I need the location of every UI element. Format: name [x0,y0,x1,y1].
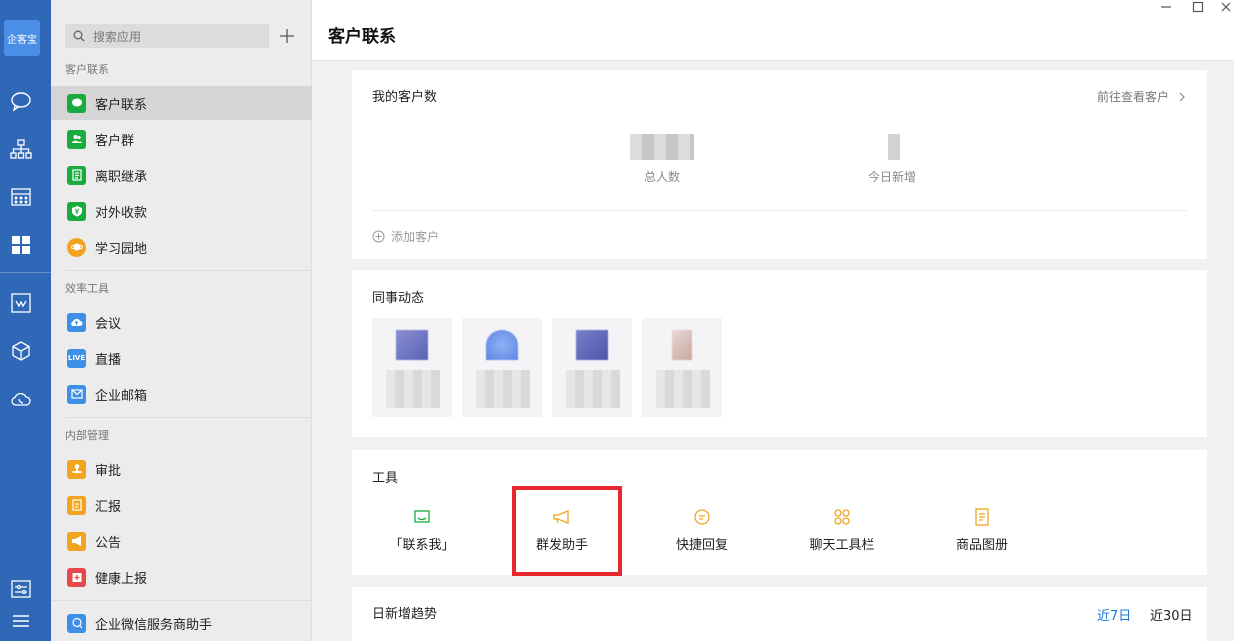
minimize-button[interactable] [1156,0,1176,14]
card-divider [372,210,1187,211]
workbench-icon[interactable] [8,232,34,258]
app-item-enterprise-mail[interactable]: 企业邮箱 [51,377,312,411]
chevron-right-icon [1179,92,1185,101]
tool-quick-reply[interactable]: 快捷回复 [642,506,762,553]
health-icon [67,567,86,587]
view-customers-link[interactable]: 前往查看客户 [1097,88,1187,105]
live-badge-icon: LIVE [67,348,86,368]
maximize-button[interactable] [1188,0,1208,14]
avatar [396,330,428,360]
section-divider [51,600,312,601]
section-label-efficiency: 效率工具 [65,282,109,295]
document-icon [67,165,86,185]
menu-icon[interactable] [8,608,34,634]
search-icon [73,30,85,42]
avatar [486,330,518,360]
app-item-report[interactable]: 汇报 [51,488,312,522]
tools-card: 工具 「联系我」 群发助手 快捷回复 聊天工具栏 商品图册 [352,450,1207,576]
planet-icon [67,237,86,257]
app-item-live[interactable]: LIVE 直播 [51,341,312,375]
range-7-days-tab[interactable]: 近7日 [1097,605,1131,624]
customer-count-card: 我的客户数 前往查看客户 总人数 今日新增 添加客户 [352,70,1207,259]
daily-trend-card: 日新增趋势 近7日 近30日 [352,587,1207,641]
colleague-card[interactable] [372,318,452,417]
section-divider [65,417,312,418]
colleague-name-masked [476,370,530,408]
left-rail: 企客宝 [0,0,51,641]
plus-circle-icon [372,230,385,243]
add-app-button[interactable] [276,24,298,48]
range-30-days-tab[interactable]: 近30日 [1150,605,1193,624]
chat-assistant-icon [67,613,86,633]
report-icon [67,495,86,515]
app-item-meeting[interactable]: 会议 [51,305,312,339]
app-item-health-report[interactable]: 健康上报 [51,560,312,594]
avatar [576,330,608,360]
shield-yen-icon [67,201,86,221]
tools-title: 工具 [372,471,399,486]
app-item-customer-contact[interactable]: 客户联系 [51,86,312,120]
total-count-label: 总人数 [644,170,681,184]
chat-toolbar-icon [834,509,850,525]
app-item-learning[interactable]: 学习园地 [51,230,312,264]
cloud-upload-icon [67,312,86,332]
settings-sliders-icon[interactable] [8,576,34,602]
mail-icon [67,384,86,404]
colleague-activity-card: 同事动态 [352,270,1207,437]
section-label-customer: 客户联系 [65,63,109,76]
megaphone-icon [67,531,86,551]
cube-icon[interactable] [8,338,34,364]
calendar-icon[interactable] [8,184,34,210]
colleague-name-masked [656,370,710,408]
highlight-box [512,486,622,576]
colleague-card[interactable] [642,318,722,417]
quick-reply-icon [694,509,710,525]
total-count-value-masked [630,134,694,160]
app-item-customer-group[interactable]: 客户群 [51,122,312,156]
app-item-approval[interactable]: 审批 [51,452,312,486]
avatar [672,330,692,360]
page-title: 客户联系 [328,27,396,47]
today-new-label: 今日新增 [868,170,917,184]
rail-divider [0,272,51,273]
tool-product-album[interactable]: 商品图册 [922,506,1042,553]
cloud-phone-icon[interactable] [8,386,34,412]
app-list-panel: 搜索应用 客户联系 客户联系 客户群 离职继承 对外收款 学习园地 效率工具 会… [51,0,312,641]
plus-icon [280,29,294,43]
today-new-value-masked [888,134,900,160]
tool-contact-me[interactable]: 「联系我」 [362,506,482,553]
company-logo[interactable]: 企客宝 [4,20,40,56]
maximize-icon [1192,1,1204,13]
app-item-announcement[interactable]: 公告 [51,524,312,558]
colleague-name-masked [566,370,620,408]
search-app-input[interactable]: 搜索应用 [65,24,269,48]
close-icon [1221,2,1231,12]
colleague-card[interactable] [462,318,542,417]
wechat-bubble-icon [67,93,86,113]
minimize-icon [1161,6,1171,8]
chat-icon[interactable] [8,88,34,114]
section-label-internal: 内部管理 [65,429,109,442]
app-item-resign-inherit[interactable]: 离职继承 [51,158,312,192]
group-icon [67,129,86,149]
org-chart-icon[interactable] [8,136,34,162]
customer-count-title: 我的客户数 [372,90,438,105]
add-customer-button[interactable]: 添加客户 [372,228,439,245]
daily-trend-title: 日新增趋势 [372,607,438,622]
docs-icon[interactable] [8,290,34,316]
main-content: 客户联系 我的客户数 前往查看客户 总人数 今日新增 添加客户 同事动态 工具 … [312,0,1234,641]
colleague-activity-title: 同事动态 [372,291,425,306]
stamp-icon [67,459,86,479]
colleague-card[interactable] [552,318,632,417]
section-divider [65,270,312,271]
search-placeholder: 搜索应用 [93,29,142,44]
app-item-external-payment[interactable]: 对外收款 [51,194,312,228]
colleague-name-masked [386,370,440,408]
app-item-service-assistant[interactable]: 企业微信服务商助手 [51,606,312,640]
close-button[interactable] [1216,0,1234,14]
main-header: 客户联系 [312,0,1234,61]
tool-chat-toolbar[interactable]: 聊天工具栏 [782,506,902,553]
product-album-icon [975,508,989,526]
contact-me-icon [414,510,430,523]
